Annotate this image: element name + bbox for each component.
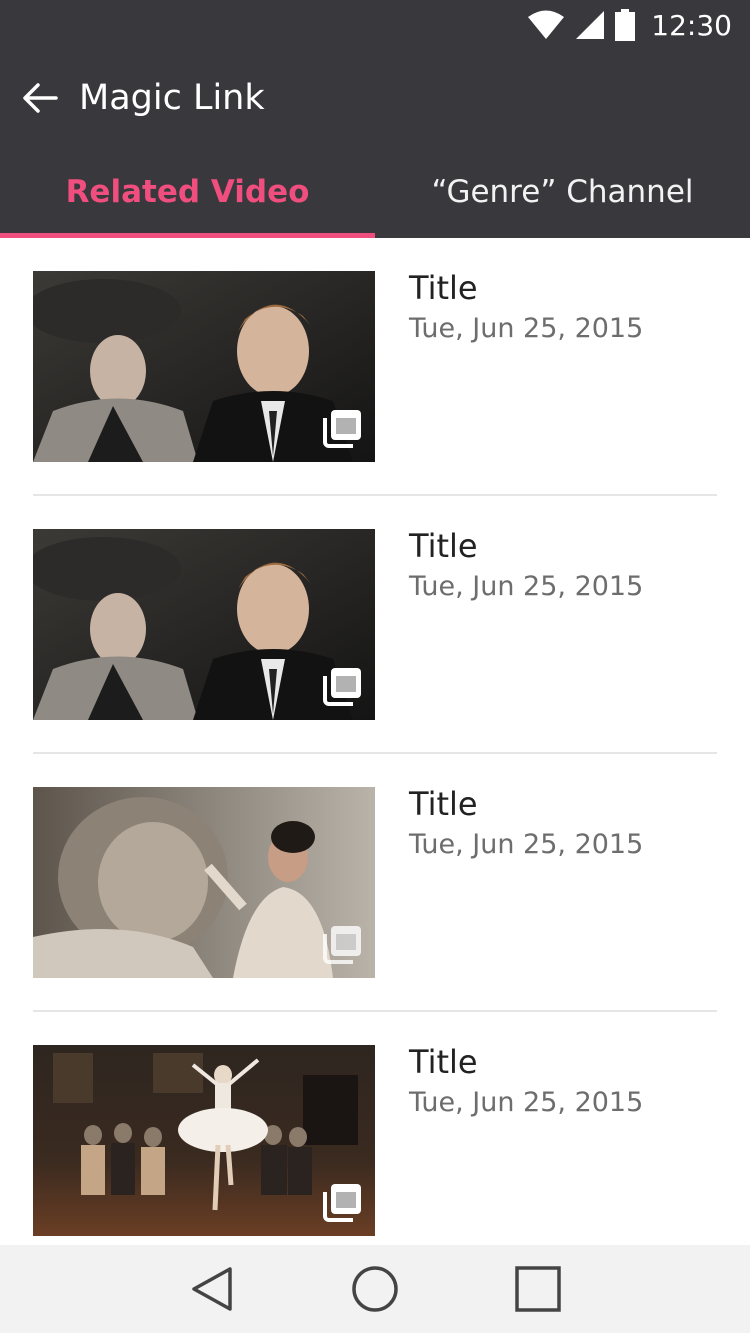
video-thumbnail[interactable] <box>33 529 375 720</box>
signal-icon <box>576 11 605 39</box>
video-date: Tue, Jun 25, 2015 <box>409 571 644 602</box>
video-title: Title <box>409 269 478 307</box>
back-triangle-icon <box>191 1267 232 1311</box>
nav-back-button[interactable] <box>182 1259 242 1319</box>
status-icons: 12:30 <box>527 8 732 42</box>
app-bar: Magic Link <box>0 50 750 146</box>
home-circle-icon <box>352 1266 398 1312</box>
video-thumbnail[interactable] <box>33 271 375 462</box>
video-meta: Title Tue, Jun 25, 2015 <box>409 526 643 606</box>
tab-bar: Related Video “Genre” Channel <box>0 146 750 238</box>
tab-label: “Genre” Channel <box>431 174 694 210</box>
arrow-left-icon <box>23 83 58 113</box>
list-item[interactable]: Title Tue, Jun 25, 2015 <box>0 496 750 754</box>
video-date: Tue, Jun 25, 2015 <box>409 829 644 860</box>
video-date: Tue, Jun 25, 2015 <box>409 1087 644 1118</box>
video-meta: Title Tue, Jun 25, 2015 <box>409 268 643 348</box>
gallery-icon <box>323 1184 361 1222</box>
wifi-icon <box>528 10 565 39</box>
video-title: Title <box>409 527 478 565</box>
page-title: Magic Link <box>79 78 265 118</box>
status-bar: 12:30 <box>0 0 750 50</box>
status-time: 12:30 <box>651 8 732 42</box>
gallery-icon <box>323 668 361 706</box>
back-button[interactable] <box>20 76 68 120</box>
system-nav-bar <box>0 1245 750 1333</box>
list-item[interactable]: Title Tue, Jun 25, 2015 <box>0 238 750 496</box>
recents-square-icon <box>515 1266 562 1312</box>
tab-related-video[interactable]: Related Video <box>0 146 375 238</box>
video-date: Tue, Jun 25, 2015 <box>409 313 644 344</box>
nav-home-button[interactable] <box>345 1259 405 1319</box>
gallery-icon <box>323 926 361 964</box>
list-item[interactable]: Title Tue, Jun 25, 2015 <box>0 754 750 1012</box>
video-thumbnail[interactable] <box>33 1045 375 1236</box>
video-thumbnail[interactable] <box>33 787 375 978</box>
video-title: Title <box>409 785 478 823</box>
video-meta: Title Tue, Jun 25, 2015 <box>409 784 643 864</box>
nav-recents-button[interactable] <box>508 1259 568 1319</box>
list-item[interactable]: Title Tue, Jun 25, 2015 <box>0 1012 750 1245</box>
battery-icon <box>615 9 636 41</box>
video-list: Title Tue, Jun 25, 2015 Title Tue, Jun 2… <box>0 238 750 1245</box>
tab-genre-channel[interactable]: “Genre” Channel <box>375 146 750 238</box>
video-meta: Title Tue, Jun 25, 2015 <box>409 1042 643 1122</box>
tab-label: Related Video <box>65 174 310 210</box>
video-title: Title <box>409 1043 478 1081</box>
gallery-icon <box>323 410 361 448</box>
